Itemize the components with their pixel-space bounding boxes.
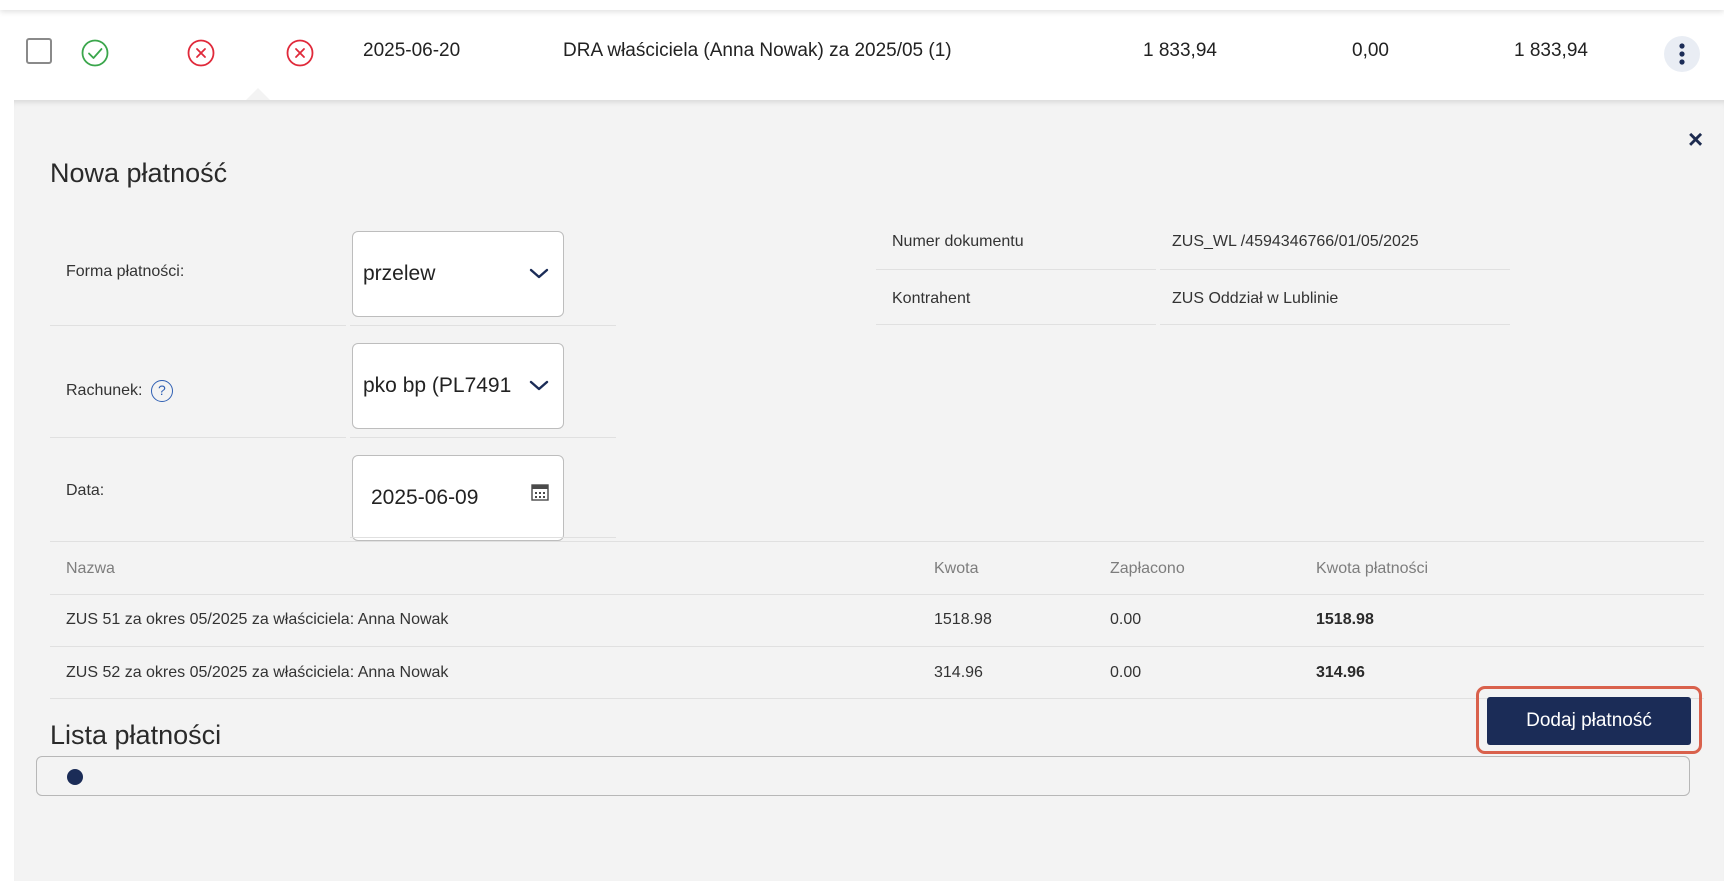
form-separator	[350, 325, 616, 326]
info-separator	[1160, 269, 1510, 270]
add-payment-highlight: Dodaj płatność	[1476, 686, 1702, 754]
document-description[interactable]: DRA właściciela (Anna Nowak) za 2025/05 …	[563, 40, 952, 62]
chevron-down-icon	[529, 380, 549, 391]
document-paid: 0,00	[1352, 40, 1389, 61]
info-separator	[876, 269, 1156, 270]
info-icon	[67, 769, 83, 785]
row-name: ZUS 52 za okres 05/2025 za właściciela: …	[66, 664, 449, 681]
account-value: pko bp (PL7491	[363, 374, 512, 397]
x-circle-icon	[187, 39, 215, 67]
contractor-value: ZUS Oddział w Lublinie	[1172, 290, 1339, 307]
table-separator	[50, 594, 1704, 595]
top-bar	[0, 0, 1724, 10]
row-payment-amount: 1518.98	[1316, 611, 1374, 628]
contractor-label: Kontrahent	[892, 290, 971, 307]
row-menu-button[interactable]	[1664, 36, 1700, 72]
date-value: 2025-06-09	[371, 486, 479, 509]
panel-title: Nowa płatność	[50, 158, 228, 188]
row-checkbox[interactable]	[26, 38, 52, 64]
chevron-down-icon	[529, 268, 549, 279]
form-separator	[50, 325, 346, 326]
form-separator	[350, 537, 616, 538]
account-label-text: Rachunek:	[66, 382, 143, 400]
info-separator	[876, 324, 1156, 325]
form-separator	[50, 437, 346, 438]
kebab-menu-icon	[1679, 43, 1685, 65]
payments-list-title: Lista płatności	[50, 720, 222, 750]
document-date: 2025-06-20	[363, 40, 461, 61]
payment-method-select[interactable]: przelew	[352, 231, 564, 317]
x-circle-icon	[286, 39, 314, 67]
help-icon[interactable]: ?	[150, 380, 173, 402]
table-header-name: Nazwa	[66, 560, 115, 577]
payments-list-box	[36, 756, 1690, 796]
payment-method-label: Forma płatności:	[66, 263, 185, 280]
document-amount: 1 833,94	[1143, 40, 1217, 61]
row-paid: 0.00	[1110, 611, 1142, 628]
table-separator	[50, 698, 1704, 699]
table-header-paid: Zapłacono	[1110, 560, 1185, 577]
table-header-amount: Kwota	[934, 560, 979, 577]
info-separator	[1160, 324, 1510, 325]
table-header-payment: Kwota płatności	[1316, 560, 1429, 577]
check-circle-icon	[81, 39, 109, 67]
row-amount: 1518.98	[934, 611, 992, 628]
form-separator	[350, 437, 616, 438]
row-name: ZUS 51 za okres 05/2025 za właściciela: …	[66, 611, 449, 628]
panel-pointer	[246, 88, 270, 100]
doc-number-value: ZUS_WL /4594346766/01/05/2025	[1172, 233, 1419, 250]
date-label: Data:	[66, 482, 105, 499]
row-amount: 314.96	[934, 664, 983, 681]
row-paid: 0.00	[1110, 664, 1142, 681]
table-top-border	[50, 541, 1704, 542]
date-input[interactable]: 2025-06-09	[352, 455, 564, 541]
document-remaining: 1 833,94	[1514, 40, 1588, 61]
account-select[interactable]: pko bp (PL7491	[352, 343, 564, 429]
add-payment-button[interactable]: Dodaj płatność	[1487, 697, 1691, 745]
row-payment-amount: 314.96	[1316, 664, 1365, 681]
payment-method-value: przelew	[363, 262, 436, 285]
table-separator	[50, 646, 1704, 647]
calendar-icon[interactable]	[531, 482, 549, 502]
close-icon[interactable]: ×	[1688, 126, 1703, 152]
doc-number-label: Numer dokumentu	[892, 233, 1024, 250]
account-label: Rachunek: ?	[66, 380, 173, 402]
document-row[interactable]: 2025-06-20 DRA właściciela (Anna Nowak) …	[0, 18, 1724, 98]
